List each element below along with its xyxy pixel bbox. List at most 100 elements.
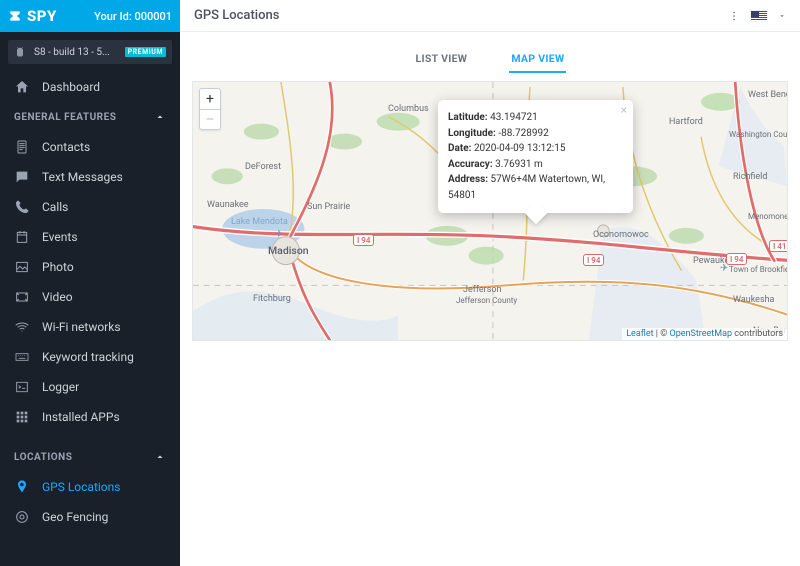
map-city-label: Sun Prairie (307, 202, 350, 212)
target-icon (14, 509, 30, 525)
sidebar-item-dashboard[interactable]: Dashboard (0, 72, 180, 102)
map-city-label: Fitchburg (253, 294, 291, 304)
road-shield-i94: I 94 (353, 234, 374, 246)
zoom-in-button[interactable]: + (200, 89, 220, 109)
calendar-icon (14, 229, 30, 245)
map-attribution: Leaflet | © OpenStreetMap contributors (622, 328, 787, 340)
brand-bar: SPY Your Id: 000001 (0, 0, 180, 32)
sidebar-item-gps-locations[interactable]: GPS Locations (0, 472, 180, 502)
leaflet-link[interactable]: Leaflet (626, 329, 653, 339)
popup-label: Date: (448, 143, 471, 154)
zoom-out-button[interactable]: – (200, 109, 220, 129)
map-county-label: Jefferson County (456, 296, 517, 305)
sidebar-item-label: Text Messages (42, 170, 123, 184)
sidebar-item-wifi[interactable]: Wi-Fi networks (0, 312, 180, 342)
road-shield-i41: I 41 (769, 240, 788, 252)
sidebar-nav: Dashboard GENERAL FEATURES Contacts Text… (0, 72, 180, 566)
premium-badge: PREMIUM (125, 47, 166, 57)
airport-icon: ✈ (720, 263, 728, 274)
map-city-label: West Bend (748, 90, 788, 100)
sidebar-item-geo-fencing[interactable]: Geo Fencing (0, 502, 180, 532)
popup-label: Address: (448, 174, 488, 185)
sidebar-item-video[interactable]: Video (0, 282, 180, 312)
sidebar-item-contacts[interactable]: Contacts (0, 132, 180, 162)
view-tabs: LIST VIEW MAP VIEW (192, 48, 788, 73)
section-title: GENERAL FEATURES (14, 112, 116, 123)
map-city-label: Jefferson (463, 285, 501, 295)
section-locations-header[interactable]: LOCATIONS (0, 442, 180, 472)
topbar: GPS Locations (180, 0, 800, 32)
popup-value: 3.76931 m (495, 159, 543, 170)
popup-value: 2020-04-09 13:12:15 (474, 143, 566, 154)
main: GPS Locations LIST VIEW MAP VIEW (180, 0, 800, 566)
video-icon (14, 289, 30, 305)
map-city-label: Madison (268, 244, 309, 257)
sidebar-item-apps[interactable]: Installed APPs (0, 402, 180, 432)
sidebar-item-logger[interactable]: Logger (0, 372, 180, 402)
osm-link[interactable]: OpenStreetMap (670, 329, 733, 339)
popup-value: -88.728992 (498, 128, 548, 139)
terminal-icon (14, 379, 30, 395)
popup-label: Longitude: (448, 128, 496, 139)
airport-icon: ✈ (275, 229, 283, 240)
app-root: SPY Your Id: 000001 S8 - build 13 - 5...… (0, 0, 800, 566)
section-title: LOCATIONS (14, 452, 72, 463)
topbar-actions (728, 10, 786, 22)
sidebar: SPY Your Id: 000001 S8 - build 13 - 5...… (0, 0, 180, 566)
chevron-up-icon (154, 451, 166, 463)
sidebar-item-label: Keyword tracking (42, 350, 134, 364)
map-city-label: Columbus (388, 104, 429, 114)
sidebar-item-label: Geo Fencing (42, 510, 108, 524)
more-menu-icon[interactable] (728, 10, 740, 22)
sidebar-item-label: Logger (42, 380, 79, 394)
phone-icon (14, 199, 30, 215)
language-flag-us[interactable] (750, 10, 768, 22)
sidebar-item-label: Photo (42, 260, 74, 274)
location-pin-icon (14, 479, 30, 495)
map-county-label: Washington County (729, 130, 788, 139)
popup-label: Latitude: (448, 112, 488, 123)
keyboard-icon (14, 349, 30, 365)
user-id: Your Id: 000001 (94, 10, 172, 23)
map[interactable]: Madison Columbus DeForest Waunakee Sun P… (192, 81, 788, 341)
logo-icon (8, 9, 22, 23)
map-city-label: DeForest (245, 162, 281, 172)
road-shield-i94: I 94 (583, 254, 604, 266)
section-general-header[interactable]: GENERAL FEATURES (0, 102, 180, 132)
content: LIST VIEW MAP VIEW (180, 32, 800, 566)
map-lake-label: Lake Mendota (231, 217, 288, 227)
map-city-label: Menomonee Falls (748, 212, 788, 221)
brand-logo: SPY (8, 7, 57, 25)
sidebar-item-label: Calls (42, 200, 68, 214)
sidebar-item-label: Contacts (42, 140, 90, 154)
chevron-up-icon (154, 111, 166, 123)
map-city-label: Hartford (669, 117, 703, 127)
road-shield-i94: I 94 (726, 253, 747, 265)
tab-map-view[interactable]: MAP VIEW (509, 48, 566, 73)
sidebar-item-events[interactable]: Events (0, 222, 180, 252)
sidebar-item-calls[interactable]: Calls (0, 192, 180, 222)
sidebar-item-label: Installed APPs (42, 410, 120, 424)
apps-icon (14, 409, 30, 425)
map-city-label: Waunakee (207, 200, 249, 210)
wifi-icon (14, 319, 30, 335)
map-city-label: Waukesha (733, 295, 774, 305)
sidebar-item-label: Dashboard (42, 80, 100, 94)
android-icon (14, 46, 26, 58)
page-title: GPS Locations (194, 8, 279, 23)
sidebar-item-label: Wi-Fi networks (42, 320, 121, 334)
map-city-label: Richfield (733, 172, 767, 182)
device-selector[interactable]: S8 - build 13 - 5... PREMIUM (8, 40, 172, 64)
tab-list-view[interactable]: LIST VIEW (414, 48, 470, 73)
popup-value: 43.194721 (490, 112, 538, 123)
location-popup: × Latitude: 43.194721 Longitude: -88.728… (438, 100, 633, 213)
clipboard-icon (14, 139, 30, 155)
chevron-down-icon[interactable] (778, 12, 786, 20)
sidebar-item-keyword[interactable]: Keyword tracking (0, 342, 180, 372)
sidebar-item-text-messages[interactable]: Text Messages (0, 162, 180, 192)
close-icon[interactable]: × (621, 104, 627, 116)
sidebar-item-photo[interactable]: Photo (0, 252, 180, 282)
zoom-controls: + – (199, 88, 221, 130)
message-icon (14, 169, 30, 185)
sidebar-item-label: GPS Locations (42, 480, 120, 494)
